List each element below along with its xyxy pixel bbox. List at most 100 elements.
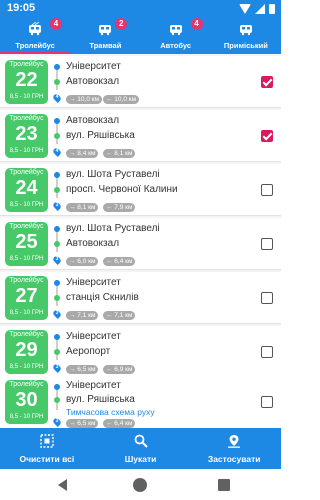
status-icons — [239, 4, 275, 14]
route-select-checkbox[interactable] — [261, 396, 273, 408]
end-stop-dot — [54, 397, 60, 403]
end-stop: вул. Ряшівська — [66, 130, 135, 141]
stops-count: 4 — [55, 148, 59, 154]
start-stop: Університет — [66, 61, 121, 72]
forward-distance: → 6,5 км — [66, 419, 99, 428]
tab-label: Приміський — [223, 41, 268, 50]
back-distance: ← 6,4 км — [103, 419, 136, 428]
route-select-checkbox[interactable] — [261, 184, 273, 196]
route-number-card: Тролейбус 30 8,5 - 10 ГРН — [5, 380, 48, 424]
forward-distance: → 6,0 км — [66, 257, 99, 266]
suburban-bus-icon — [239, 25, 252, 36]
end-stop-dot — [54, 349, 60, 355]
signal-icon — [255, 4, 265, 14]
tab-suburban[interactable]: Приміський — [211, 18, 281, 54]
stops-count: 4 — [55, 94, 59, 100]
back-distance: ← 10,0 км — [103, 95, 140, 104]
route-number-card: Тролейбус 29 8,5 - 10 ГРН — [5, 330, 48, 374]
route-select-checkbox[interactable] — [261, 130, 273, 142]
stops-count: 3 — [55, 364, 59, 370]
end-stop: Автовокзал — [66, 76, 120, 87]
temp-scheme-note[interactable]: Тимчасова схема руху — [66, 407, 155, 417]
route-number-card: Тролейбус 25 8,5 - 10 ГРН — [5, 222, 48, 266]
route-price: 8,5 - 10 ГРН — [9, 148, 44, 154]
stops-count: 3 — [55, 256, 59, 262]
route-select-checkbox[interactable] — [261, 346, 273, 358]
bus-icon — [169, 25, 182, 36]
end-stop-dot — [54, 295, 60, 301]
apply-button[interactable]: Застосувати — [187, 428, 281, 469]
route-row[interactable]: Тролейбус 29 8,5 - 10 ГРН Університет Аеропо… — [0, 326, 281, 378]
battery-icon — [269, 4, 275, 14]
route-type: Тролейбус — [9, 381, 44, 388]
route-number: 29 — [15, 339, 38, 361]
route-type: Тролейбус — [9, 169, 44, 176]
route-row[interactable]: Тролейбус 24 8,5 - 10 ГРН вул. Шота Руставе… — [0, 164, 281, 216]
route-select-checkbox[interactable] — [261, 76, 273, 88]
tab-badge: 4 — [190, 18, 203, 30]
search-icon — [134, 434, 148, 448]
route-number-card: Тролейбус 22 8,5 - 10 ГРН — [5, 60, 48, 104]
route-select-checkbox[interactable] — [261, 292, 273, 304]
clear-all-label: Очистити всі — [19, 454, 75, 464]
stops-count: 3 — [55, 310, 59, 316]
stops-count: 3 — [55, 202, 59, 208]
start-stop-dot — [54, 64, 60, 70]
tab-tram[interactable]: Трамвай 2 — [70, 18, 140, 54]
recents-icon[interactable] — [218, 479, 230, 491]
tab-bus[interactable]: Автобус 4 — [141, 18, 211, 54]
route-row[interactable]: Тролейбус 22 8,5 - 10 ГРН Університет Автово… — [0, 56, 281, 108]
back-distance: ← 7,1 км — [103, 311, 136, 320]
route-row[interactable]: Тролейбус 25 8,5 - 10 ГРН вул. Шота Руставе… — [0, 218, 281, 270]
system-nav-bar — [0, 469, 281, 500]
status-time: 19:05 — [7, 2, 36, 14]
stops-count: 3 — [55, 418, 59, 424]
end-stop: Аеропорт — [66, 346, 111, 357]
clear-selection-icon — [40, 434, 54, 448]
forward-distance: → 7,1 км — [66, 311, 99, 320]
route-number: 24 — [15, 177, 38, 199]
tab-trolleybus[interactable]: Тролейбус 4 — [0, 18, 71, 54]
end-stop: вул. Ряшівська — [66, 394, 135, 405]
back-distance: ← 6,4 км — [103, 257, 136, 266]
route-type: Тролейбус — [9, 277, 44, 284]
status-bar: 19:05 — [0, 0, 281, 18]
clear-all-button[interactable]: Очистити всі — [0, 428, 94, 469]
search-button[interactable]: Шукати — [94, 428, 188, 469]
route-row[interactable]: Тролейбус 23 8,5 - 10 ГРН Автовокзал вул. Ря… — [0, 110, 281, 162]
forward-distance: → 6,5 км — [66, 365, 99, 374]
wifi-icon — [239, 4, 251, 14]
home-icon[interactable] — [133, 478, 147, 492]
route-row[interactable]: Тролейбус 27 8,5 - 10 ГРН Університет станці… — [0, 272, 281, 324]
route-number: 30 — [15, 389, 38, 411]
back-icon[interactable] — [58, 479, 67, 491]
transport-tabs: Тролейбус 4 Трамвай 2 Автобус 4 Приміський — [0, 18, 281, 54]
route-price: 8,5 - 10 ГРН — [9, 310, 44, 316]
forward-distance: → 10,0 км — [66, 95, 103, 104]
start-stop-dot — [54, 384, 60, 390]
forward-distance: → 8,1 км — [66, 203, 99, 212]
start-stop: Університет — [66, 277, 121, 288]
tab-badge: 4 — [50, 18, 62, 30]
start-stop: Автовокзал — [66, 115, 120, 126]
trolleybus-icon — [29, 22, 42, 36]
start-stop-dot — [54, 118, 60, 124]
route-type: Тролейбус — [9, 223, 44, 230]
route-price: 8,5 - 10 ГРН — [9, 414, 44, 420]
end-stop-dot — [54, 133, 60, 139]
route-select-checkbox[interactable] — [261, 238, 273, 250]
search-label: Шукати — [124, 454, 157, 464]
route-price: 8,5 - 10 ГРН — [9, 364, 44, 370]
start-stop-dot — [54, 280, 60, 286]
route-type: Тролейбус — [9, 61, 44, 68]
route-type: Тролейбус — [9, 331, 44, 338]
end-stop-dot — [54, 241, 60, 247]
map-pin-icon — [228, 435, 241, 448]
forward-distance: → 8,4 км — [66, 149, 99, 158]
route-price: 8,5 - 10 ГРН — [9, 256, 44, 262]
route-type: Тролейбус — [9, 115, 44, 122]
route-row[interactable]: Тролейбус 30 8,5 - 10 ГРН Університет вул. Р… — [0, 376, 281, 428]
route-number-card: Тролейбус 23 8,5 - 10 ГРН — [5, 114, 48, 158]
start-stop-dot — [54, 172, 60, 178]
route-list[interactable]: Тролейбус 22 8,5 - 10 ГРН Університет Автово… — [0, 54, 281, 428]
